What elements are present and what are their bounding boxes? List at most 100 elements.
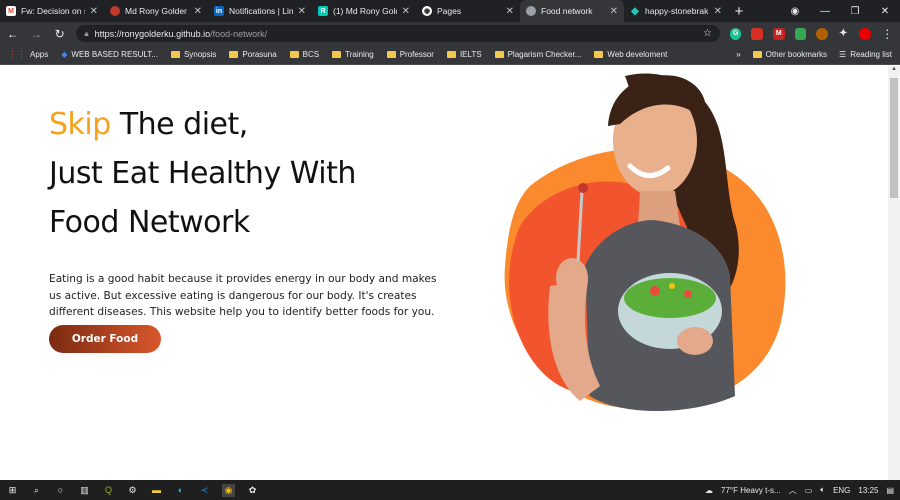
extension-m-icon[interactable]: M xyxy=(772,27,785,40)
tab-github-pages[interactable]: ◉ Pages ✕ xyxy=(416,0,520,22)
bookmark-porasuna[interactable]: Porasuna xyxy=(229,50,277,59)
system-tray: ☁ 77°F Heavy t-s... ︿ ▭ 🔈︎ ENG 13:25 ▤ xyxy=(705,485,894,496)
windows-start-icon[interactable]: ⊞ xyxy=(6,484,19,497)
hero-image xyxy=(504,73,786,411)
folder-icon xyxy=(594,51,604,58)
weather-text[interactable]: 77°F Heavy t-s... xyxy=(721,486,781,495)
url-text: https://ronygolderku.github.io/food-netw… xyxy=(95,29,268,39)
menu-icon[interactable]: ⋮ xyxy=(881,27,894,41)
apps-icon: ⋮⋮ xyxy=(8,49,26,59)
bookmark-label: Synopsis xyxy=(183,50,217,59)
scroll-thumb[interactable] xyxy=(890,78,898,198)
task-view-icon[interactable]: ▥ xyxy=(78,484,91,497)
tab-netlify[interactable]: ◆ happy-stonebrak ✕ xyxy=(624,0,728,22)
close-tab-icon[interactable]: ✕ xyxy=(610,6,618,17)
gmail-icon: M xyxy=(6,6,16,16)
window-controls: ◉ — ❐ ✕ xyxy=(780,0,900,22)
close-tab-icon[interactable]: ✕ xyxy=(298,6,306,17)
tab-food-network[interactable]: Food network ✕ xyxy=(520,0,624,22)
bookmark-star-icon[interactable]: ☆ xyxy=(703,28,712,39)
diamond-icon: ◆ xyxy=(61,50,68,59)
more-bookmarks-button[interactable]: » xyxy=(736,50,740,59)
tomato xyxy=(578,183,588,193)
reload-button[interactable]: ↻ xyxy=(53,27,66,41)
page-scrollbar[interactable]: ▲ xyxy=(888,66,900,480)
extension-green-icon[interactable] xyxy=(794,27,807,40)
bookmark-ielts[interactable]: IELTS xyxy=(446,50,482,59)
close-window-button[interactable]: ✕ xyxy=(870,6,900,17)
close-tab-icon[interactable]: ✕ xyxy=(90,6,98,17)
close-tab-icon[interactable]: ✕ xyxy=(402,6,410,17)
tab-researchgate[interactable]: R (1) Md Rony Gold ✕ xyxy=(312,0,416,22)
reading-list[interactable]: ☰ Reading list xyxy=(839,50,892,59)
clock[interactable]: 13:25 xyxy=(858,486,878,495)
bookmark-bcs[interactable]: BCS xyxy=(289,50,320,59)
folder-icon xyxy=(386,51,396,58)
bookmark-apps[interactable]: ⋮⋮ Apps xyxy=(8,49,48,60)
new-tab-button[interactable]: + xyxy=(728,3,750,20)
bookmark-training[interactable]: Training xyxy=(332,50,374,59)
app-icon[interactable]: ✿ xyxy=(246,484,259,497)
hand-left xyxy=(556,258,588,298)
url-path: /food-network/ xyxy=(210,28,268,39)
bookmark-label: Porasuna xyxy=(242,50,277,59)
search-icon[interactable]: ⌕ xyxy=(30,484,43,497)
network-icon[interactable]: ▭ xyxy=(805,486,813,495)
bookmark-label: BCS xyxy=(302,50,320,59)
language-indicator[interactable]: ENG xyxy=(833,486,850,495)
file-explorer-icon[interactable]: ▬ xyxy=(150,484,163,497)
close-tab-icon[interactable]: ✕ xyxy=(194,6,202,17)
tab-title: happy-stonebrak xyxy=(645,6,709,16)
tab-title: Fw: Decision on s xyxy=(21,6,85,16)
tab-profile[interactable]: Md Rony Golder ✕ xyxy=(104,0,208,22)
github-icon: ◉ xyxy=(422,6,432,16)
vscode-icon[interactable]: ≺ xyxy=(198,484,211,497)
volume-icon[interactable]: 🔈︎ xyxy=(820,485,825,495)
bookmarks-bar: ⋮⋮ Apps ◆ WEB BASED RESULT... Synopsis P… xyxy=(0,45,900,65)
tray-chevron-icon[interactable]: ︿ xyxy=(789,485,797,496)
salad-tomato-1 xyxy=(650,286,660,296)
extension-red-icon[interactable] xyxy=(751,27,763,40)
avatar[interactable] xyxy=(859,27,871,40)
folder-icon xyxy=(229,51,239,58)
tab-title: Pages xyxy=(437,6,462,16)
settings-icon[interactable]: ⚙ xyxy=(126,484,139,497)
folder-icon xyxy=(446,51,456,58)
qgis-icon[interactable]: Q xyxy=(102,484,115,497)
salad-corn xyxy=(669,283,675,289)
hero-description: Eating is a good habit because it provid… xyxy=(49,273,437,318)
bookmark-web-develoment[interactable]: Web develoment xyxy=(594,50,667,59)
bookmark-synopsis[interactable]: Synopsis xyxy=(170,50,217,59)
puzzle-icon[interactable]: ✦ xyxy=(838,28,850,40)
order-food-button[interactable]: Order Food xyxy=(49,325,161,353)
other-bookmarks[interactable]: Other bookmarks xyxy=(752,50,827,59)
back-button[interactable]: ← xyxy=(6,27,19,41)
weather-icon[interactable]: ☁ xyxy=(705,486,713,495)
folder-icon xyxy=(494,51,504,58)
tab-linkedin[interactable]: in Notifications | Lin ✕ xyxy=(208,0,312,22)
scroll-up-icon[interactable]: ▲ xyxy=(888,66,900,76)
tab-gmail[interactable]: M Fw: Decision on s ✕ xyxy=(0,0,104,22)
bookmark-web-based-result[interactable]: ◆ WEB BASED RESULT... xyxy=(61,50,158,59)
forward-button[interactable]: → xyxy=(29,27,42,41)
minimize-button[interactable]: — xyxy=(810,6,840,17)
grammarly-icon[interactable]: G xyxy=(729,27,742,40)
cookie-icon[interactable] xyxy=(816,27,828,40)
bookmark-label: Professor xyxy=(399,50,434,59)
tab-search-icon[interactable]: ◉ xyxy=(780,6,810,17)
folder-icon xyxy=(752,51,762,58)
close-tab-icon[interactable]: ✕ xyxy=(714,6,722,17)
bookmark-plagarism-checker[interactable]: Plagarism Checker... xyxy=(494,50,582,59)
salad-tomato-2 xyxy=(684,290,692,298)
close-tab-icon[interactable]: ✕ xyxy=(506,6,514,17)
bookmark-label: Plagarism Checker... xyxy=(507,50,582,59)
notifications-icon[interactable]: ▤ xyxy=(886,486,894,495)
maximize-button[interactable]: ❐ xyxy=(840,6,870,17)
edge-icon[interactable]: ◐ xyxy=(174,484,187,497)
cortana-icon[interactable]: ○ xyxy=(54,484,67,497)
bookmark-label: Web develoment xyxy=(607,50,668,59)
lock-icon[interactable]: 🔒︎ xyxy=(84,29,88,39)
address-bar[interactable]: 🔒︎ https://ronygolderku.github.io/food-n… xyxy=(76,25,720,42)
bookmark-professor[interactable]: Professor xyxy=(386,50,434,59)
chrome-icon[interactable]: ◉ xyxy=(222,483,235,497)
